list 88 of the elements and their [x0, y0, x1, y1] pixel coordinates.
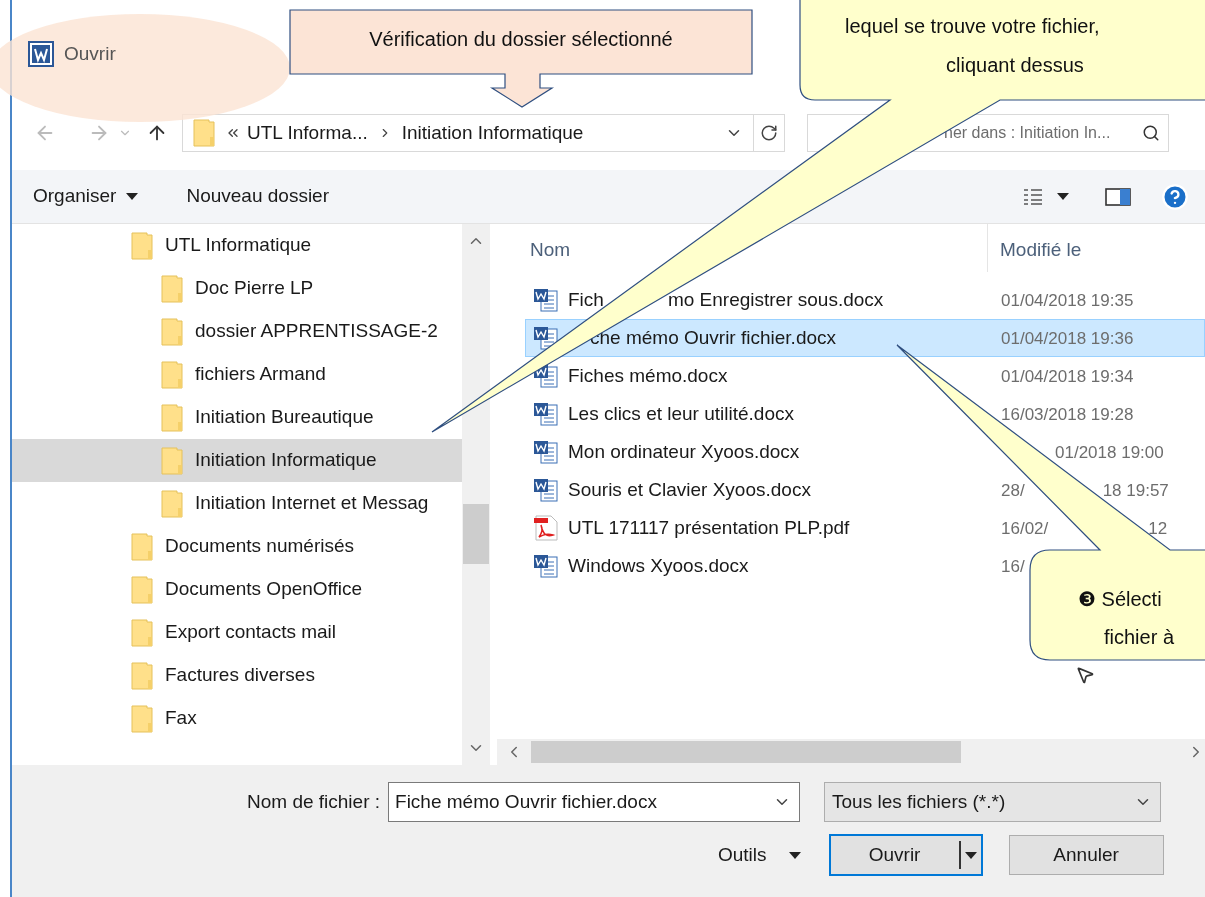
- word-document-icon: [533, 287, 559, 313]
- address-segment[interactable]: UTL Informa...: [247, 118, 368, 148]
- file-name: Mon ordinateur Xyoos.docx: [568, 439, 800, 464]
- file-row[interactable]: Souris et Clavier Xyoos.docx 28/ 18 19:57: [525, 471, 1205, 509]
- file-type-dropdown[interactable]: Tous les fichiers (*.*): [824, 782, 1162, 822]
- address-bar[interactable]: UTL Informa... Initiation Informatique: [182, 114, 785, 152]
- horizontal-scrollbar[interactable]: [497, 739, 1205, 765]
- mouse-cursor-icon: [1075, 665, 1095, 685]
- open-button[interactable]: Ouvrir: [828, 834, 983, 876]
- split-caret-icon: [964, 851, 977, 859]
- tree-item[interactable]: Initiation Informatique: [12, 439, 462, 482]
- folder-icon: [161, 446, 183, 475]
- folder-icon: [161, 403, 183, 432]
- file-date: 01/04/2018 19:34: [1001, 367, 1134, 385]
- word-document-icon: [533, 553, 559, 579]
- caret-icon: [788, 851, 801, 859]
- tree-item[interactable]: fichiers Armand: [12, 353, 462, 396]
- file-date: 16/: [1001, 557, 1025, 575]
- file-name: Souris et Clavier Xyoos.docx: [568, 477, 811, 502]
- callout-text: fichier à: [1104, 625, 1175, 650]
- file-name: Windows Xyoos.docx: [568, 553, 749, 578]
- help-icon[interactable]: [1161, 182, 1189, 211]
- file-date: 01/2018 19:00: [1055, 443, 1164, 461]
- vertical-scrollbar[interactable]: [462, 224, 490, 765]
- callout-text: cliquant dessus: [946, 53, 1084, 78]
- folder-icon: [193, 119, 215, 147]
- tree-item[interactable]: Export contacts mail: [12, 611, 462, 654]
- new-folder-button[interactable]: Nouveau dossier: [186, 182, 329, 211]
- word-document-icon: [533, 477, 559, 503]
- tree-item[interactable]: Fax: [12, 697, 462, 740]
- view-options-icon[interactable]: [1023, 187, 1043, 206]
- view-caret-icon: [1057, 193, 1069, 200]
- file-date: 16/02/: [1001, 519, 1049, 537]
- tree-item[interactable]: Factures diverses: [12, 654, 462, 697]
- caret-icon: [126, 193, 139, 200]
- tree-item[interactable]: dossier APPRENTISSAGE-2: [12, 310, 462, 353]
- file-date: 18 19:57: [1102, 481, 1169, 499]
- filename-field[interactable]: Fiche mémo Ouvrir fichier.docx: [388, 782, 801, 822]
- cancel-button[interactable]: Annuler: [1008, 835, 1164, 875]
- file-name: Les clics et leur utilité.docx: [568, 401, 794, 426]
- tools-button[interactable]: Outils: [718, 840, 801, 870]
- tree-item[interactable]: Initiation Internet et Messag: [12, 482, 462, 525]
- tree-item[interactable]: UTL Informatique: [12, 224, 462, 267]
- folder-icon: [131, 618, 153, 647]
- file-row[interactable]: Mon ordinateur Xyoos.docx 01/2018 19:00: [525, 433, 1205, 471]
- search-icon[interactable]: [1142, 124, 1160, 142]
- folder-icon: [131, 661, 153, 690]
- tree-item[interactable]: Documents OpenOffice: [12, 568, 462, 611]
- folder-icon: [131, 231, 153, 260]
- file-date: 12: [1148, 519, 1168, 537]
- callout-text: ❸ Sélecti: [1078, 587, 1162, 612]
- folder-icon: [161, 489, 183, 518]
- tree-item[interactable]: Documents numérisés: [12, 525, 462, 568]
- word-document-icon: [533, 401, 559, 427]
- file-date: 01/04/2018 19:35: [1001, 291, 1134, 309]
- organize-button[interactable]: Organiser: [33, 182, 139, 211]
- address-segment[interactable]: Initiation Informatique: [401, 118, 584, 148]
- column-header[interactable]: Modifié le: [988, 224, 1082, 272]
- preview-pane-icon[interactable]: [1105, 186, 1131, 207]
- folder-icon: [131, 575, 153, 604]
- callout-text: Vérification du dossier sélectionné: [368, 27, 674, 52]
- folder-icon: [131, 704, 153, 733]
- filename-label: Nom de fichier :: [247, 789, 381, 814]
- word-document-icon: [533, 439, 559, 465]
- callout-text: lequel se trouve votre fichier,: [845, 14, 1100, 39]
- tree-item[interactable]: Initiation Bureautique: [12, 396, 462, 439]
- file-date: 16/03/2018 19:28: [1001, 405, 1134, 423]
- file-row[interactable]: Fich mo Enregistrer sous.docx 01/04/2018 19:35: [525, 281, 1205, 319]
- refresh-icon[interactable]: [760, 124, 778, 142]
- scroll-thumb[interactable]: [463, 504, 489, 564]
- file-name: Fich: [568, 287, 604, 312]
- folder-icon: [161, 317, 183, 346]
- scroll-thumb[interactable]: [531, 741, 961, 763]
- file-row[interactable]: Windows Xyoos.docx 16/: [525, 547, 1205, 585]
- file-row[interactable]: UTL 171117 présentation PLP.pdf 16/02/ 12: [525, 509, 1205, 547]
- file-date: 28/: [1001, 481, 1025, 499]
- file-name: UTL 171117 présentation PLP.pdf: [568, 515, 850, 540]
- folder-icon: [131, 532, 153, 561]
- app-icon: [28, 41, 54, 67]
- tree-item[interactable]: Doc Pierre LP: [12, 267, 462, 310]
- file-name: Fiches mémo.docx: [568, 363, 728, 388]
- folder-icon: [161, 360, 183, 389]
- pdf-document-icon: [533, 515, 559, 541]
- window-title: Ouvrir: [64, 41, 116, 66]
- file-date: 01/04/2018 19:36: [1001, 329, 1134, 347]
- file-name: mo Enregistrer sous.docx: [667, 287, 884, 312]
- folder-icon: [161, 274, 183, 303]
- file-row[interactable]: Les clics et leur utilité.docx 16/03/2018 19:28: [525, 395, 1205, 433]
